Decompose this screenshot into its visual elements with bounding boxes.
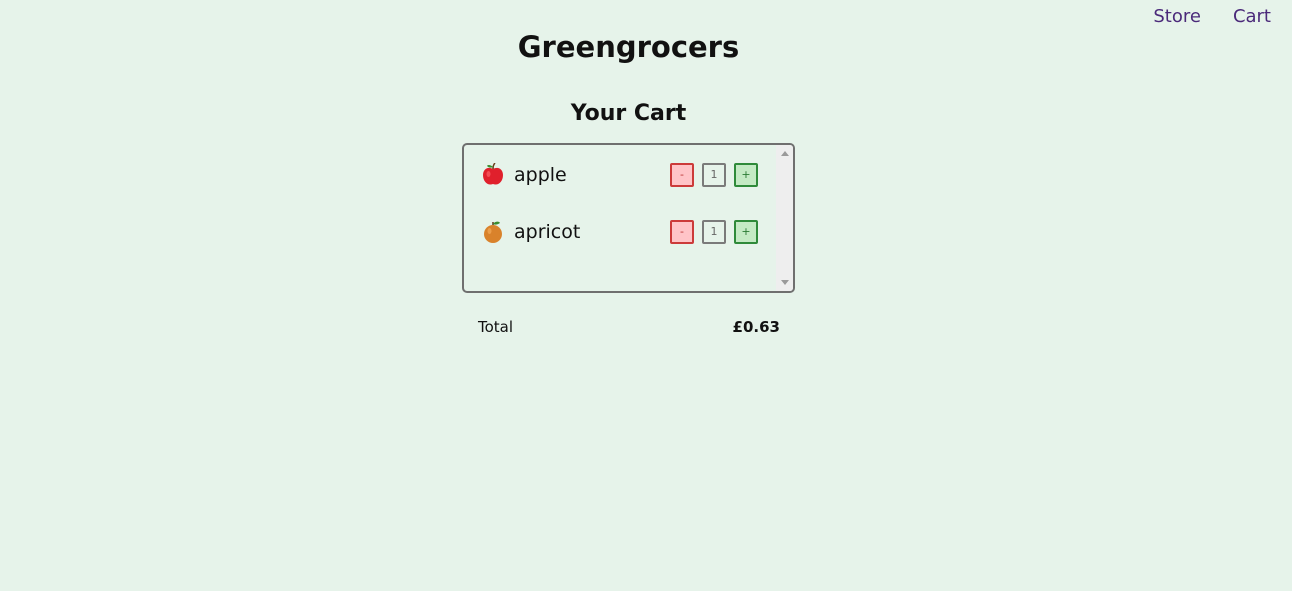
decrease-quantity-button[interactable]: -	[670, 163, 694, 187]
top-nav: Store Cart	[1153, 6, 1271, 27]
total-value: £0.63	[732, 318, 780, 336]
cart-item-apple: apple - 1 +	[482, 162, 764, 188]
nav-store-link[interactable]: Store	[1153, 6, 1201, 27]
total-label: Total	[478, 318, 514, 336]
scroll-up-arrow-icon[interactable]	[781, 151, 789, 156]
quantity-value: 1	[702, 220, 726, 244]
store-title: Greengrocers	[517, 30, 740, 64]
cart-item-apricot: apricot - 1 +	[482, 219, 764, 245]
cart-item-name: apricot	[514, 221, 581, 243]
increase-quantity-button[interactable]: +	[734, 220, 758, 244]
apple-icon	[483, 163, 503, 185]
cart-title: Your Cart	[570, 101, 687, 126]
cart-scrollbar[interactable]	[776, 145, 793, 291]
increase-quantity-button[interactable]: +	[734, 163, 758, 187]
cart-total: Total £0.63	[478, 317, 780, 337]
decrease-quantity-button[interactable]: -	[670, 220, 694, 244]
scroll-down-arrow-icon[interactable]	[781, 280, 789, 285]
page: Store Cart Greengrocers Your Cart apple …	[0, 0, 1292, 591]
cart-item-name: apple	[514, 164, 567, 186]
cart-item-list[interactable]: apple - 1 + apricot - 1 +	[462, 143, 795, 293]
nav-cart-link[interactable]: Cart	[1233, 6, 1271, 27]
quantity-value: 1	[702, 163, 726, 187]
apricot-icon	[484, 221, 502, 243]
